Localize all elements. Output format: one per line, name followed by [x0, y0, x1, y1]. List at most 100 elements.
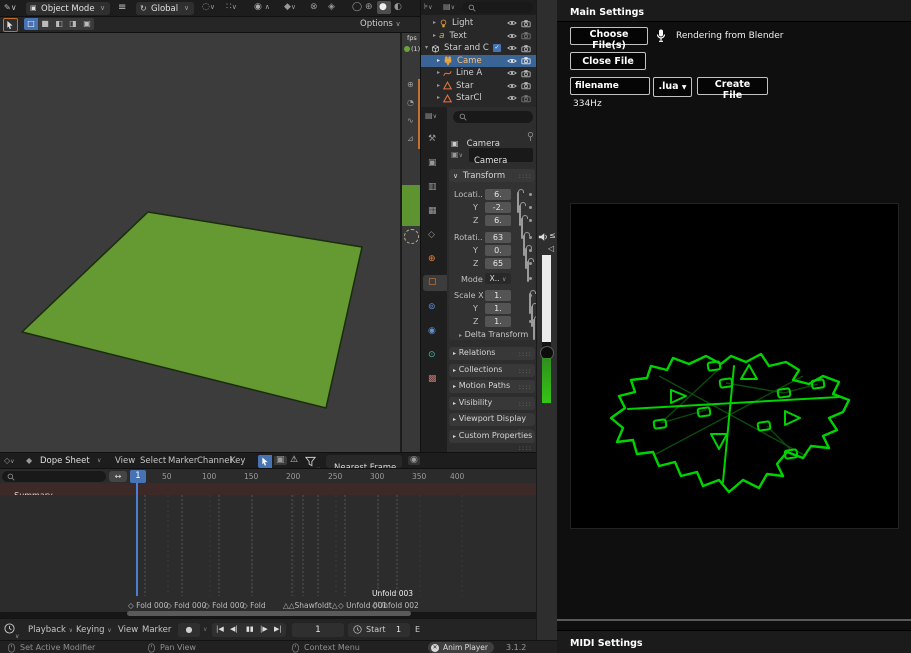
tab-world-icon[interactable]: ⊕	[428, 255, 436, 264]
marker[interactable]: ◇ Fold 000	[128, 602, 168, 610]
outliner-row-starcl[interactable]: ▸ StarCl	[421, 92, 537, 105]
channel-search[interactable]	[2, 471, 106, 482]
panel-grip[interactable]: ::::	[519, 172, 532, 180]
animate-dot[interactable]	[529, 193, 532, 196]
rot-z-value[interactable]: 65	[485, 258, 511, 269]
hamburger-icon[interactable]: ≡	[118, 3, 126, 13]
only-selected-toggle[interactable]	[258, 455, 272, 468]
loc-z-value[interactable]: 6.	[485, 215, 511, 226]
start-frame-field[interactable]: Start 1	[348, 623, 410, 637]
animate-dot[interactable]	[529, 307, 532, 310]
marker-top-label[interactable]: Unfold 003	[372, 590, 413, 598]
move-tool-icon[interactable]: ⊕	[407, 81, 414, 89]
pivot-icon[interactable]: ◌∨	[202, 3, 215, 12]
tab-particles-icon[interactable]: ▩	[428, 375, 437, 384]
prev-key-button[interactable]: ◀|	[230, 626, 238, 633]
choose-files-button[interactable]: Choose File(s)	[570, 27, 648, 45]
jump-start-button[interactable]: |◀	[216, 626, 224, 633]
menu-playback[interactable]: Playback ∨	[28, 626, 73, 635]
eye-icon[interactable]	[507, 82, 517, 90]
shading-rendered-icon[interactable]: ◐	[394, 3, 402, 12]
close-icon[interactable]: ✕	[431, 644, 439, 652]
rotation-mode-dropdown[interactable]: X.. ∨	[485, 273, 511, 284]
select-mode-intersect[interactable]: ▣	[80, 18, 94, 30]
animate-dot[interactable]	[529, 219, 532, 222]
outliner-row-collection[interactable]: ▾ Star and C ✓	[421, 42, 537, 55]
green-plane[interactable]	[0, 33, 400, 452]
tab-scene-icon[interactable]: ◇	[428, 231, 435, 240]
proportional-edit-icon[interactable]: ◉ ∧	[254, 3, 270, 12]
eye-icon[interactable]	[507, 94, 517, 102]
lock-icon[interactable]	[533, 319, 535, 340]
tab-tool-icon[interactable]: ⚒	[428, 135, 436, 144]
volume-slider-track[interactable]	[542, 255, 551, 342]
rot-y-value[interactable]: 0.	[485, 245, 511, 256]
marker[interactable]: ◇ Fold 000	[204, 602, 244, 610]
outliner-row-camera[interactable]: ▸ Came	[421, 55, 537, 68]
animate-dot[interactable]	[529, 249, 532, 252]
create-file-button[interactable]: Create File	[697, 77, 768, 95]
shading-solid-icon[interactable]: ⊕	[365, 3, 373, 12]
menu-select[interactable]: Select	[140, 457, 166, 466]
end-frame-field[interactable]: E	[415, 626, 420, 634]
midi-settings-header[interactable]: MIDI Settings	[557, 630, 911, 653]
viewport-strip[interactable]: fps (1) ⊕ ◔ ∿ ⊿	[400, 33, 422, 452]
menu-view[interactable]: View	[115, 457, 135, 466]
record-button[interactable]: ●	[178, 623, 200, 637]
rot-x-value[interactable]: 63	[485, 232, 511, 243]
panel-custom-properties[interactable]: ▸ Custom Properties::::	[449, 430, 535, 443]
shading-material-icon[interactable]: ●	[379, 3, 387, 12]
paint-icon[interactable]: ◆∨	[284, 3, 296, 12]
select-mode-subtract[interactable]: ◧	[52, 18, 66, 30]
tab-output-icon[interactable]: ▥	[428, 183, 437, 192]
animate-dot[interactable]	[529, 206, 532, 209]
orientation-dropdown[interactable]: ↻ Global ∨	[136, 2, 194, 15]
mode-dropdown[interactable]: ▣ Object Mode ∨	[26, 2, 110, 15]
menu-marker[interactable]: Marker	[142, 626, 171, 635]
expand-arrows-button[interactable]: ↔	[109, 471, 127, 482]
anim-player-badge[interactable]: ✕ Anim Player	[428, 642, 494, 653]
delta-transform[interactable]: ▸ Delta Transform	[459, 331, 528, 339]
camera-restrict-icon[interactable]	[521, 56, 531, 65]
filter-mode-icon[interactable]: ⊧∨	[424, 3, 433, 11]
menu-key[interactable]: Key	[230, 457, 245, 466]
eye-icon[interactable]	[507, 44, 517, 52]
tab-physics-icon[interactable]: ◉	[428, 327, 436, 336]
next-key-button[interactable]: |▶	[260, 626, 268, 633]
proportional-toggle-icon[interactable]: ◉	[408, 456, 420, 465]
loc-y-value[interactable]: -2.	[485, 202, 511, 213]
loc-x-value[interactable]: 6.	[485, 189, 511, 200]
xray-icon[interactable]: ⊗	[310, 3, 318, 12]
scale-x-value[interactable]: 1.	[485, 290, 511, 301]
snap-dropdown[interactable]: Nearest Frame ∨	[326, 455, 402, 468]
camera-restrict-icon[interactable]	[521, 44, 531, 53]
camera-restrict-icon[interactable]	[521, 81, 531, 90]
shading-wireframe-icon[interactable]: ◯	[352, 3, 362, 12]
camera-gizmo[interactable]	[404, 229, 419, 244]
object-name-field[interactable]: Camera	[469, 148, 533, 162]
panel-viewport-display[interactable]: ▸ Viewport Display::::	[449, 413, 535, 426]
animate-dot[interactable]	[529, 320, 532, 323]
playhead[interactable]	[136, 483, 138, 610]
tab-constraint-icon[interactable]: ⊙	[428, 351, 436, 360]
transform-panel-header[interactable]: ∨ Transform ::::	[449, 169, 535, 182]
panel-visibility[interactable]: ▸ Visibility::::	[449, 397, 535, 410]
measure-tool-icon[interactable]: ⊿	[407, 135, 414, 143]
editor-type-icon[interactable]: ◇∨	[4, 457, 15, 465]
camera-restrict-icon[interactable]	[521, 69, 531, 78]
outliner-row-text[interactable]: ▸ a Text	[421, 30, 537, 43]
dopesheet-ruler[interactable]: ↔ 1 50 100 150 200 250 300 350 400	[0, 468, 536, 484]
animate-dot[interactable]	[529, 236, 532, 239]
editor-type-icon[interactable]: ▤∨	[425, 112, 437, 120]
snap-magnet-icon[interactable]: ∷∨	[226, 3, 237, 12]
panel-collections[interactable]: ▸ Collections::::	[449, 364, 535, 377]
frame-field[interactable]: 1	[292, 623, 344, 637]
menu-marker[interactable]: Marker	[168, 457, 197, 466]
close-file-button[interactable]: Close File	[570, 52, 646, 70]
pause-button[interactable]: ▮▮	[246, 626, 254, 633]
dopesheet-mode-dropdown[interactable]: Dope Sheet	[40, 457, 90, 466]
overlays-icon[interactable]: ◈	[328, 3, 335, 12]
options-dropdown[interactable]: Options ∨	[360, 20, 401, 29]
select-mode-extend[interactable]: ■	[38, 18, 52, 30]
current-frame-badge[interactable]: 1	[130, 470, 146, 483]
